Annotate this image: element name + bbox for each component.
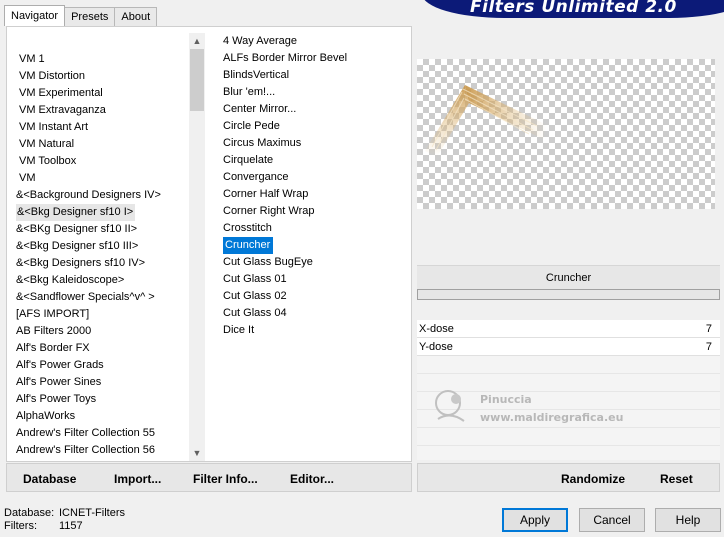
param-y-dose[interactable]: Y-dose 7 [417,338,720,356]
category-item[interactable]: Alf's Power Grads [15,357,191,374]
cancel-button[interactable]: Cancel [579,508,645,532]
watermark-url: www.maldiregrafica.eu [480,411,624,424]
filter-item[interactable]: Corner Half Wrap [221,186,411,203]
watermark-name: Pinuccia [480,393,532,406]
database-status-label: Database: [4,507,55,519]
category-item[interactable]: &<BKg Designer sf10 II> [15,221,191,238]
status-area: Database: ICNET-Filters Filters: 1157 [4,507,125,533]
filter-item[interactable]: Circus Maximus [221,135,411,152]
category-item[interactable]: VM Extravaganza [15,102,191,119]
filter-item[interactable]: 4 Way Average [221,33,411,50]
param-x-dose[interactable]: X-dose 7 [417,320,720,338]
category-item[interactable]: Alf's Border FX [15,340,191,357]
filter-item[interactable]: Cut Glass 04 [221,305,411,322]
param-value: 7 [705,341,712,353]
randomize-button[interactable]: Randomize [561,472,625,486]
filters-count-label: Filters: [4,520,37,532]
scroll-down-icon[interactable]: ▼ [189,445,205,461]
filter-item-selected-label: Cruncher [223,237,274,254]
category-item[interactable]: AB Filters 2000 [15,323,191,340]
filter-item[interactable]: Cut Glass 01 [221,271,411,288]
category-item[interactable]: VM Instant Art [15,119,191,136]
filter-item[interactable]: Center Mirror... [221,101,411,118]
category-item[interactable]: &<Sandflower Specials^v^ > [15,289,191,306]
filter-item[interactable]: Circle Pede [221,118,411,135]
import-button[interactable]: Import... [114,472,161,486]
category-item-selected-label: &<Bkg Designer sf10 I> [16,204,136,221]
apply-button[interactable]: Apply [502,508,568,532]
filter-item[interactable]: Cirquelate [221,152,411,169]
progress-bar [417,289,720,300]
filter-item[interactable]: BlindsVertical [221,67,411,84]
param-label: Y-dose [419,341,453,353]
category-item[interactable]: Andrew's Filter Collection 55 [15,425,191,442]
tab-navigator[interactable]: Navigator [4,5,66,26]
category-list[interactable]: VM 1 VM Distortion VM Experimental VM Extra… [15,51,191,461]
tab-about[interactable]: About [114,7,158,26]
category-item[interactable]: &<Bkg Designer sf10 III> [15,238,191,255]
category-item[interactable]: &<Bkg Kaleidoscope> [15,272,191,289]
filter-item[interactable]: Blur 'em!... [221,84,411,101]
help-button[interactable]: Help [655,508,721,532]
category-item[interactable]: VM Toolbox [15,153,191,170]
filter-item[interactable]: ALFs Border Mirror Bevel [221,50,411,67]
watermark-logo-icon [435,390,465,422]
banner-title: Filters Unlimited 2.0 [470,0,677,17]
scroll-thumb[interactable] [190,49,204,111]
navigator-panel: VM 1 VM Distortion VM Experimental VM Extra… [6,26,412,462]
preview-shape [425,85,547,157]
filters-count-value: 1157 [59,520,83,532]
filter-item[interactable]: Convergance [221,169,411,186]
filter-name-label: Cruncher [417,265,720,289]
category-item[interactable]: Andrew's Filter Collection 56 [15,442,191,459]
filter-item[interactable]: Cut Glass BugEye [221,254,411,271]
category-item[interactable]: VM [15,170,191,187]
database-status-value: ICNET-Filters [59,507,125,519]
category-item[interactable]: [AFS IMPORT] [15,306,191,323]
category-item[interactable]: Alf's Power Toys [15,391,191,408]
filter-item[interactable]: Corner Right Wrap [221,203,411,220]
category-item[interactable]: &<Background Designers IV> [15,187,191,204]
param-value: 7 [705,323,712,335]
preview-canvas [417,59,715,209]
filter-item[interactable]: Crosstitch [221,220,411,237]
category-scrollbar[interactable]: ▲ ▼ [189,33,205,461]
reset-button[interactable]: Reset [660,472,693,486]
filter-info-button[interactable]: Filter Info... [193,472,258,486]
filter-item[interactable]: Cut Glass 02 [221,288,411,305]
category-item[interactable]: AlphaWorks [15,408,191,425]
filter-item[interactable]: Dice It [221,322,411,339]
filter-item[interactable]: Cruncher [221,237,411,254]
category-item[interactable]: Alf's Power Sines [15,374,191,391]
database-button[interactable]: Database [23,472,76,486]
category-item[interactable]: VM Natural [15,136,191,153]
param-empty-row [417,356,720,374]
tab-presets[interactable]: Presets [64,7,116,26]
category-item[interactable]: VM 1 [15,51,191,68]
tab-strip: Navigator Presets About [4,5,158,26]
filter-list[interactable]: 4 Way Average ALFs Border Mirror Bevel Bli… [221,33,411,339]
category-item[interactable]: VM Distortion [15,68,191,85]
category-item[interactable]: &<Bkg Designer sf10 I> [15,204,191,221]
editor-button[interactable]: Editor... [290,472,334,486]
scroll-up-icon[interactable]: ▲ [189,33,205,49]
watermark: Pinuccia www.maldiregrafica.eu [430,385,650,435]
category-item[interactable]: VM Experimental [15,85,191,102]
param-label: X-dose [419,323,454,335]
navigator-button-bar: Database Import... Filter Info... Editor… [6,463,412,492]
category-item[interactable]: &<Bkg Designers sf10 IV> [15,255,191,272]
preset-button-bar: Randomize Reset [417,463,720,492]
